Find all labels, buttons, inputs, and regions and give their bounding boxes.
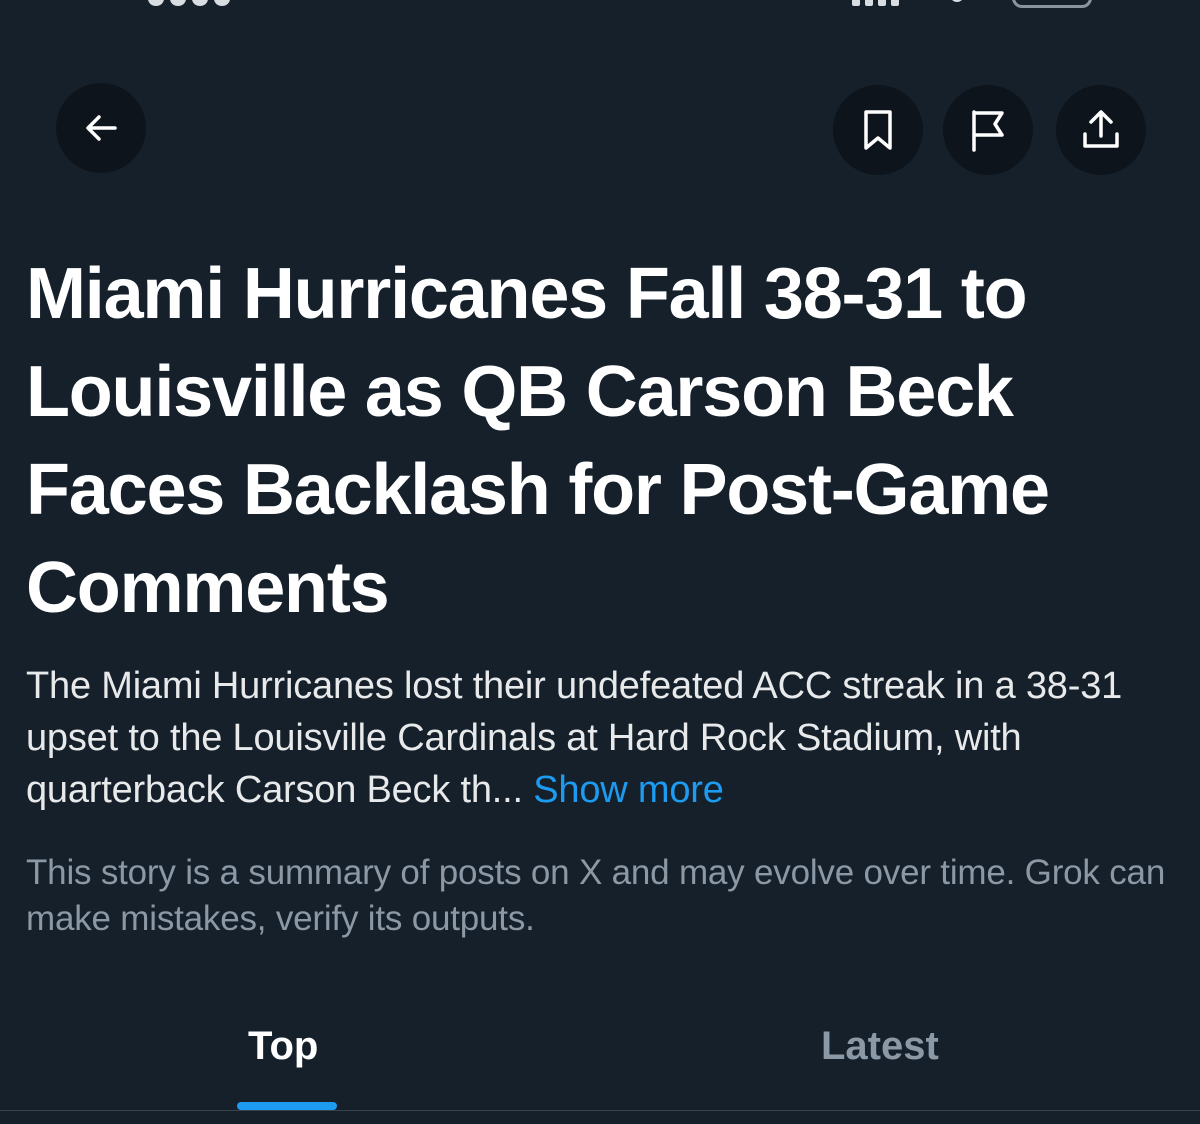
bookmark-icon <box>864 110 892 150</box>
battery-icon <box>1012 0 1092 8</box>
story-headline: Miami Hurricanes Fall 38-31 to Louisvill… <box>26 254 1050 628</box>
show-more-link[interactable]: Show more <box>533 769 724 811</box>
tab-divider <box>0 1110 1200 1111</box>
tab-top[interactable]: Top <box>248 1024 318 1069</box>
bookmark-button[interactable] <box>833 85 923 175</box>
status-time <box>148 0 230 6</box>
tab-latest[interactable]: Latest <box>821 1024 939 1069</box>
report-button[interactable] <box>943 85 1033 175</box>
signal-icon <box>852 0 899 6</box>
wifi-icon <box>950 0 964 2</box>
tab-bar: Top Latest <box>0 1010 1200 1124</box>
arrow-left-icon <box>86 115 117 141</box>
back-button[interactable] <box>56 83 146 173</box>
story-summary: The Miami Hurricanes lost their undefeat… <box>26 660 1186 816</box>
status-bar <box>0 0 1200 14</box>
grok-disclaimer: This story is a summary of posts on X an… <box>26 853 1166 938</box>
share-icon <box>1083 110 1119 148</box>
active-tab-indicator <box>237 1102 337 1110</box>
share-button[interactable] <box>1056 85 1146 175</box>
flag-icon <box>972 110 1004 152</box>
